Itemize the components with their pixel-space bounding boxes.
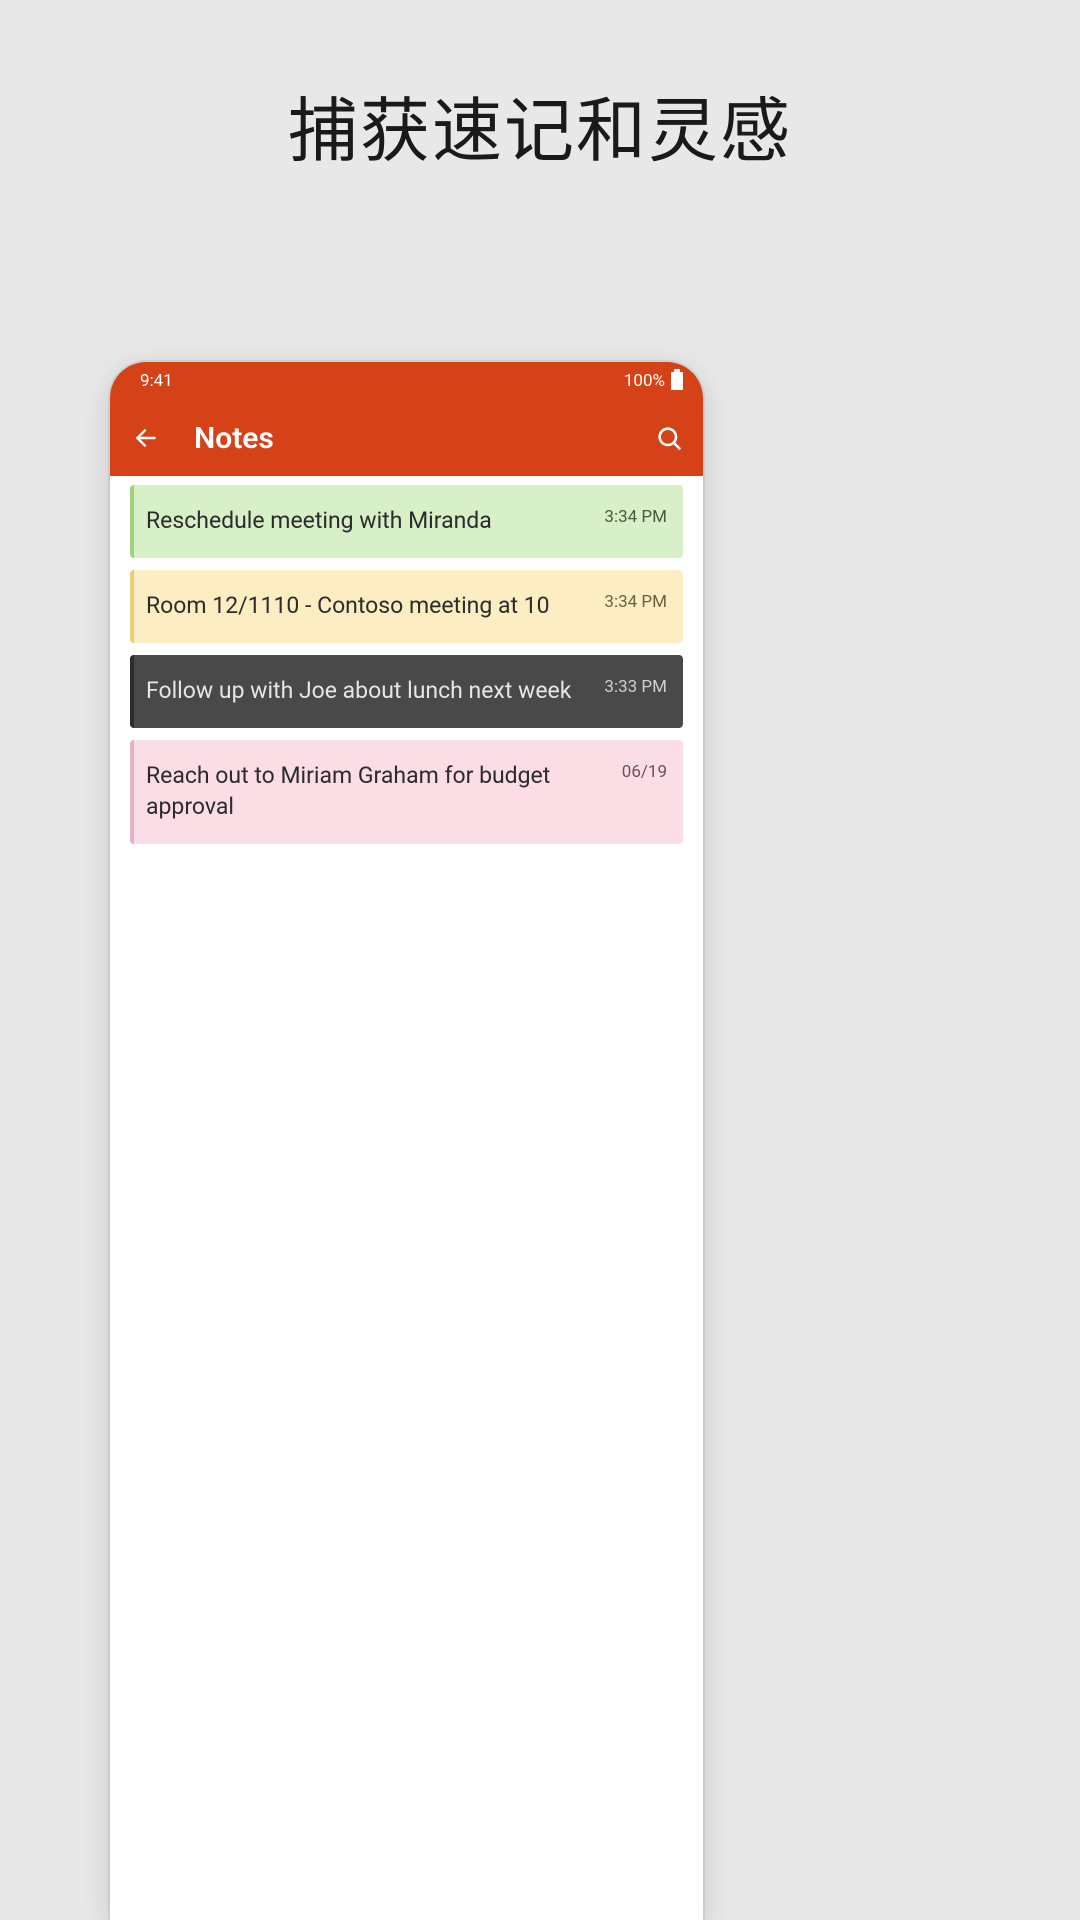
notes-list: Reschedule meeting with Miranda 3:34 PM … [110,476,703,865]
arrow-left-icon [133,425,159,451]
promo-headline: 捕获速记和灵感 [0,75,1080,176]
search-button[interactable] [653,422,685,454]
note-text: Follow up with Joe about lunch next week [146,675,594,706]
battery-percent-label: 100% [624,371,665,391]
note-card[interactable]: Reschedule meeting with Miranda 3:34 PM [130,485,683,558]
note-text: Reschedule meeting with Miranda [146,505,594,536]
note-timestamp: 3:34 PM [604,590,667,612]
note-card[interactable]: Room 12/1110 - Contoso meeting at 10 3:3… [130,570,683,643]
phone-frame: 9:41 100% Notes Reschedule meeting with … [110,362,703,1920]
back-button[interactable] [132,424,160,452]
status-right: 100% [624,371,683,391]
status-bar: 9:41 100% [110,362,703,400]
note-timestamp: 3:33 PM [604,675,667,697]
app-bar: Notes [110,400,703,476]
search-icon [655,424,683,452]
note-timestamp: 06/19 [622,760,667,782]
note-text: Reach out to Miriam Graham for budget ap… [146,760,612,822]
note-timestamp: 3:34 PM [604,505,667,527]
note-card[interactable]: Reach out to Miriam Graham for budget ap… [130,740,683,844]
battery-icon [671,372,683,390]
page-title: Notes [194,421,653,456]
note-card[interactable]: Follow up with Joe about lunch next week… [130,655,683,728]
status-time: 9:41 [140,371,173,391]
note-text: Room 12/1110 - Contoso meeting at 10 [146,590,594,621]
